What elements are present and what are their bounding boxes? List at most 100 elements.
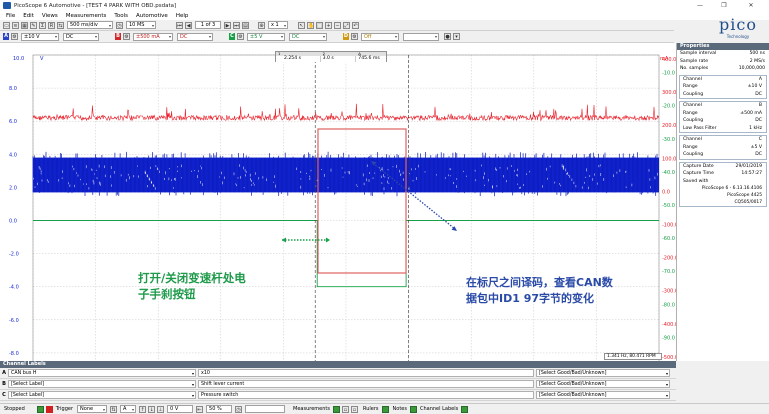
channel-a-options-icon[interactable]: ⚙	[11, 33, 18, 40]
channel-labels-icon[interactable]	[461, 405, 469, 413]
measurements-label[interactable]: Measurements	[293, 406, 330, 412]
math-icon[interactable]: Σ	[39, 21, 46, 29]
property-value: ±10 V	[747, 84, 762, 89]
trigger-channel-icon[interactable]: ⇅	[110, 405, 118, 413]
next-page-icon[interactable]: ▶	[224, 21, 231, 29]
status-select[interactable]: [Select Good/Bad/Unknown] ▾	[536, 369, 670, 377]
channel-a-range-dropdown[interactable]: ±10 V ▾	[21, 32, 59, 41]
channel-a-coupling-dropdown[interactable]: DC ▾	[63, 32, 99, 41]
channel-labels-label[interactable]: Channel Labels	[420, 406, 458, 412]
notes-icon[interactable]	[409, 405, 417, 413]
delay-icon[interactable]: ◷	[235, 405, 243, 413]
trigger-threshold-icon[interactable]: ⊥	[157, 405, 165, 413]
probe-icon[interactable]: ✎	[30, 21, 37, 29]
zoom-fit-icon[interactable]: ⤢	[343, 21, 350, 29]
waveform-plot[interactable]: 10.0 V 8.0 6.0 4.0 2.0 0.0 -2.0 -4.0 -6.0 -8.0 -10.…	[0, 43, 676, 361]
rising-edge-icon[interactable]: ↑	[139, 405, 147, 413]
zoom-in-icon[interactable]: +	[325, 21, 332, 29]
channel-b-range-dropdown[interactable]: ±500 mA ▾	[133, 32, 173, 41]
spectrum-icon[interactable]: ≋	[12, 21, 19, 29]
channel-c-coupling-dropdown[interactable]: DC ▾	[289, 32, 327, 41]
menu-measurements[interactable]: Measurements	[66, 13, 107, 19]
scope-view[interactable]: 10.0 V 8.0 6.0 4.0 2.0 0.0 -2.0 -4.0 -6.0 -8.0 -10.…	[0, 43, 676, 361]
minimize-button[interactable]: —	[689, 0, 711, 11]
first-page-icon[interactable]: ⏮	[176, 21, 183, 29]
property-value: A	[758, 76, 762, 82]
pointer-icon[interactable]: ↖	[298, 21, 305, 29]
menu-automotive[interactable]: Automotive	[136, 13, 168, 19]
timebase-dropdown[interactable]: 500 ms/div ▾	[67, 21, 113, 29]
property-name: No. samples	[680, 66, 709, 71]
falling-edge-icon[interactable]: ↓	[148, 405, 156, 413]
pretrigger-field[interactable]: 50 %	[206, 405, 233, 413]
maximize-button[interactable]: ❐	[713, 0, 735, 11]
channel-d-badge[interactable]: D	[343, 33, 349, 40]
channel-d-coupling-dropdown[interactable]: ▾	[403, 32, 439, 41]
run-icon[interactable]	[36, 405, 44, 413]
trigger-source-dropdown[interactable]: A ▾	[120, 405, 137, 413]
status-select[interactable]: [Select Good/Bad/Unknown] ▾	[536, 380, 670, 388]
chevron-down-icon: ▾	[132, 406, 135, 412]
channel-b-coupling: DC	[180, 33, 188, 40]
channel-d-options-icon[interactable]: ⚙	[351, 33, 358, 40]
prev-page-icon[interactable]: ◀	[185, 21, 192, 29]
property-name: Range	[683, 84, 698, 89]
channel-b-badge[interactable]: B	[115, 33, 121, 40]
menu-help[interactable]: Help	[176, 13, 189, 19]
menu-views[interactable]: Views	[42, 13, 58, 19]
channel-b-coupling-dropdown[interactable]: DC ▾	[177, 32, 213, 41]
add-measurement-icon[interactable]	[332, 405, 340, 413]
channel-d-more-icon[interactable]: ▾	[453, 33, 460, 40]
menu-tools[interactable]: Tools	[114, 13, 128, 19]
label-select[interactable]: CAN bus H ▾	[8, 369, 196, 377]
zoom-area-icon[interactable]: ⬚	[316, 21, 323, 29]
property-name: Sample rate	[680, 58, 709, 64]
property-name: Coupling	[683, 152, 704, 157]
description-field[interactable]: x10	[198, 369, 534, 377]
ruler-legend[interactable]: 1 2 Δ 2.254 s 3.0 s 745.6 ms	[275, 51, 387, 62]
channel-b-options-icon[interactable]: ⚙	[123, 33, 130, 40]
close-button[interactable]: ✕	[740, 0, 762, 11]
description-field[interactable]: Pressure switch	[198, 391, 534, 399]
pretrigger-icon[interactable]: ⇤	[196, 405, 204, 413]
channel-a-badge[interactable]: A	[3, 33, 9, 40]
samples-dropdown[interactable]: 10 MS ▾	[126, 21, 156, 29]
delete-measurement-icon[interactable]: ▫	[350, 405, 358, 413]
delay-field[interactable]	[245, 405, 286, 413]
trigger-label: Trigger	[55, 406, 74, 412]
stop-icon[interactable]	[45, 405, 53, 413]
channel-c-range-dropdown[interactable]: ±5 V ▾	[247, 32, 285, 41]
edit-measurement-icon[interactable]: ▫	[341, 405, 349, 413]
channel-a-row: Channel A	[680, 76, 766, 84]
zoom-out-icon[interactable]: −	[334, 21, 341, 29]
property-name: Low Pass Filter	[683, 125, 717, 131]
hand-icon[interactable]: ✋	[307, 21, 314, 29]
undo-zoom-icon[interactable]: ↶	[352, 21, 359, 29]
notes-label[interactable]: Notes	[393, 406, 407, 412]
ref-icon[interactable]: R	[48, 21, 55, 29]
menu-file[interactable]: File	[6, 13, 15, 19]
rulers-icon[interactable]	[381, 405, 389, 413]
annotation-left-line1: 打开/关闭变速杆处电	[138, 271, 246, 285]
persistence-icon[interactable]: ▦	[21, 21, 28, 29]
description-field[interactable]: Shift lever current	[198, 380, 534, 388]
serial-icon[interactable]: ⇆	[57, 21, 64, 29]
channel-d-range-dropdown[interactable]: Off ▾	[361, 32, 399, 41]
zoom-dropdown[interactable]: x 1 ▾	[268, 21, 288, 29]
rulers-label[interactable]: Rulers	[363, 406, 379, 412]
status-select[interactable]: [Select Good/Bad/Unknown] ▾	[536, 391, 670, 399]
label-select[interactable]: [Select Label] ▾	[8, 391, 196, 399]
trigger-mode-dropdown[interactable]: None ▾	[77, 405, 108, 413]
overview-icon[interactable]: ▤	[242, 21, 249, 29]
zoom-mode-icon[interactable]: ⊕	[258, 21, 265, 29]
channel-c-options-icon[interactable]: ⚙	[237, 33, 244, 40]
last-page-icon[interactable]: ⏭	[233, 21, 240, 29]
channel-c-badge[interactable]: C	[229, 33, 235, 40]
menu-edit[interactable]: Edit	[23, 13, 34, 19]
channel-label-row-b: B [Select Label] ▾ Shift lever current [S…	[0, 379, 676, 390]
trigger-level-field[interactable]: 0 V	[167, 405, 194, 413]
color-dots-icon[interactable]: ●	[444, 33, 451, 40]
label-select[interactable]: [Select Label] ▾	[8, 380, 196, 388]
scope-mode-icon[interactable]: ▭	[3, 21, 10, 29]
ruler-delta-value: 745.6 ms	[356, 56, 386, 62]
